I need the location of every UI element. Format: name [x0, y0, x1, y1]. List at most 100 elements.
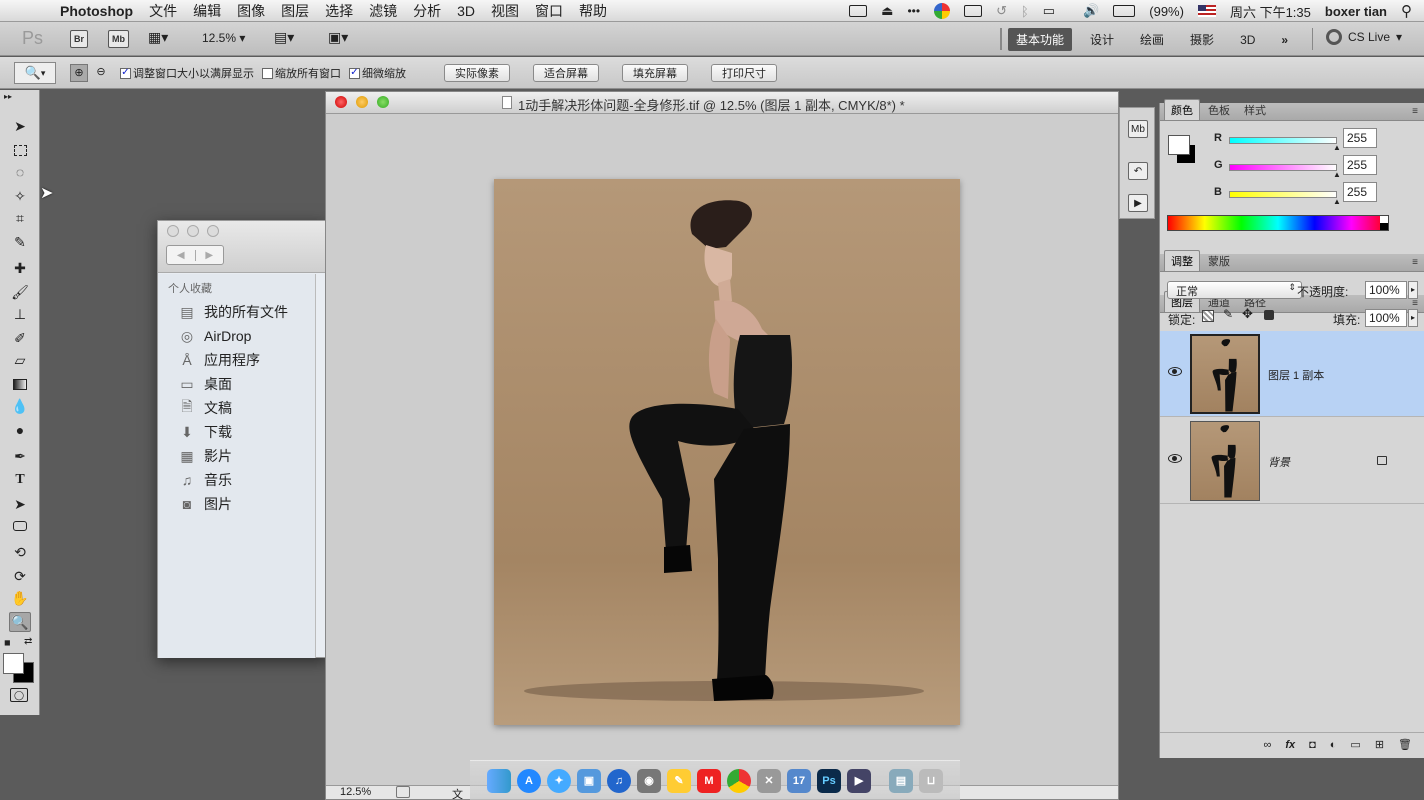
workspace-essentials[interactable]: 基本功能 [1008, 28, 1073, 51]
path-selection-tool-icon[interactable]: ➤ [9, 494, 31, 514]
blue-slider[interactable] [1229, 191, 1337, 198]
actual-pixels-button[interactable]: 实际像素 [444, 64, 510, 82]
healing-brush-tool-icon[interactable]: ✚ [9, 258, 31, 278]
zoom-out-icon[interactable]: ⊖ [92, 64, 110, 82]
input-source-flag-icon[interactable] [1197, 5, 1216, 17]
menu-edit[interactable]: 编辑 [193, 1, 221, 21]
sidebar-item-downloads[interactable]: ⬇ 下载 [158, 420, 315, 444]
layer-row-copy[interactable]: 图层 1 副本 [1160, 331, 1424, 417]
panel-fg-color-swatch[interactable] [1168, 135, 1190, 155]
3d-rotate-tool-icon[interactable]: ⟲ [9, 542, 31, 562]
time-machine-icon[interactable]: ↺ [996, 3, 1007, 19]
red-slider[interactable] [1229, 137, 1337, 144]
sidebar-item-movies[interactable]: ▦ 影片 [158, 444, 315, 468]
notes-icon[interactable]: ✎ [667, 768, 691, 793]
minimize-button[interactable] [356, 96, 368, 108]
sidebar-item-pictures[interactable]: ◙ 图片 [158, 492, 315, 516]
status-info-icon[interactable] [396, 786, 410, 798]
keyboard-icon[interactable] [964, 5, 983, 17]
menu-file[interactable]: 文件 [149, 1, 177, 21]
green-value-input[interactable]: 255 [1343, 155, 1377, 175]
tool-preset-picker[interactable]: 🔍 ▾ [14, 62, 56, 84]
lock-all-icon[interactable] [1264, 310, 1274, 320]
menu-view[interactable]: 视图 [491, 1, 519, 21]
clock-text[interactable]: 周六 下午1:35 [1230, 2, 1311, 21]
actions-panel-icon[interactable]: ▶ [1128, 194, 1148, 212]
foreground-color-swatch[interactable] [3, 653, 24, 674]
default-colors-icon[interactable]: ◼ [4, 638, 11, 647]
sidebar-item-airdrop[interactable]: ◎ AirDrop [158, 324, 315, 348]
red-value-input[interactable]: 255 [1343, 128, 1377, 148]
workspace-painting[interactable]: 绘画 [1132, 28, 1172, 51]
bluetooth-icon[interactable]: ᛒ [1021, 4, 1029, 19]
layer-row-background[interactable]: 背景 [1160, 418, 1424, 504]
hand-tool-icon[interactable]: ✋ [9, 588, 31, 608]
menu-window[interactable]: 窗口 [535, 1, 563, 21]
menu-layer[interactable]: 图层 [281, 1, 309, 21]
minimize-button[interactable] [187, 225, 199, 237]
marquee-tool-icon[interactable] [9, 140, 31, 160]
zoom-tool-icon[interactable]: 🔍 [9, 612, 31, 632]
green-slider[interactable] [1229, 164, 1337, 171]
slider-handle-icon[interactable]: ▲ [1333, 143, 1341, 152]
sidebar-item-documents[interactable]: 🗎 文稿 [158, 396, 315, 420]
quick-mask-icon[interactable]: ◯ [10, 688, 28, 702]
sidebar-item-applications[interactable]: Å 应用程序 [158, 348, 315, 372]
zoom-level-dropdown[interactable]: 12.5% ▾ [202, 31, 245, 45]
resize-windows-checkbox[interactable]: ✓ 调整窗口大小以满屏显示 [120, 65, 254, 81]
zoom-button[interactable] [377, 96, 389, 108]
swap-colors-icon[interactable]: ⇄ [24, 636, 32, 647]
sidebar-item-music[interactable]: ♫ 音乐 [158, 468, 315, 492]
more-workspaces-button[interactable]: » [1273, 30, 1296, 50]
fill-dropdown-icon[interactable]: ▸ [1408, 309, 1418, 327]
menu-image[interactable]: 图像 [237, 1, 265, 21]
app-store-icon[interactable]: A [517, 768, 541, 793]
new-layer-icon[interactable]: ⊞ [1375, 738, 1384, 751]
panel-menu-icon[interactable]: ≡ [1412, 298, 1418, 309]
3d-orbit-tool-icon[interactable]: ⟳ [9, 566, 31, 586]
cs-live-button[interactable]: CS Live ▾ [1326, 29, 1402, 45]
back-icon[interactable]: ◀ [167, 249, 196, 261]
video-icon[interactable]: ▶ [847, 768, 871, 793]
shape-tool-icon[interactable] [9, 516, 31, 536]
panel-menu-icon[interactable]: ≡ [1412, 257, 1418, 268]
blur-tool-icon[interactable]: 💧 [9, 396, 31, 416]
tab-styles[interactable]: 样式 [1238, 100, 1272, 120]
menu-filter[interactable]: 滤镜 [369, 1, 397, 21]
battery-icon[interactable] [1113, 5, 1136, 17]
disk-icon[interactable]: ⏏ [881, 3, 893, 19]
slider-handle-icon[interactable]: ▲ [1333, 197, 1341, 206]
workspace-photography[interactable]: 摄影 [1182, 28, 1222, 51]
visibility-eye-icon[interactable] [1168, 367, 1182, 376]
arrange-documents-icon[interactable]: ▤▾ [274, 29, 294, 46]
fill-screen-button[interactable]: 填充屏幕 [622, 64, 688, 82]
layer-name[interactable]: 图层 1 副本 [1268, 367, 1324, 383]
zoom-all-windows-checkbox[interactable]: 缩放所有窗口 [262, 65, 341, 81]
type-tool-icon[interactable]: T [9, 470, 31, 490]
status-zoom-level[interactable]: 12.5% [340, 786, 371, 798]
link-layers-icon[interactable]: ∞ [1263, 739, 1271, 751]
lasso-tool-icon[interactable]: ◌ [9, 162, 31, 182]
history-panel-icon[interactable]: ↶ [1128, 162, 1148, 180]
sidebar-item-desktop[interactable]: ▭ 桌面 [158, 372, 315, 396]
itunes-icon[interactable]: ♫ [607, 768, 631, 793]
pen-tool-icon[interactable]: ✒ [9, 446, 31, 466]
adjustment-layer-icon[interactable]: ◐ [1330, 739, 1337, 751]
new-group-icon[interactable]: ▭ [1350, 738, 1360, 751]
layer-style-icon[interactable]: fx [1285, 739, 1295, 751]
lock-transparency-icon[interactable] [1202, 310, 1214, 322]
opacity-dropdown-icon[interactable]: ▸ [1408, 281, 1418, 299]
preview-icon[interactable]: ▣ [577, 768, 601, 793]
screen-mode-icon[interactable]: ▣▾ [328, 29, 348, 46]
fit-screen-button[interactable]: 适合屏幕 [533, 64, 599, 82]
tab-adjustments[interactable]: 调整 [1164, 250, 1200, 271]
mini-bridge-button[interactable]: Mb [108, 30, 129, 48]
add-mask-icon[interactable]: ◘ [1309, 739, 1316, 751]
chrome-icon[interactable] [727, 768, 751, 793]
mail-icon[interactable]: M [697, 768, 721, 793]
sidebar-item-all-files[interactable]: ▤ 我的所有文件 [158, 300, 315, 324]
toolbox-collapse-icon[interactable]: ▸▸ [4, 92, 12, 101]
print-size-button[interactable]: 打印尺寸 [711, 64, 777, 82]
eraser-tool-icon[interactable]: ▱ [9, 350, 31, 370]
close-button[interactable] [335, 96, 347, 108]
